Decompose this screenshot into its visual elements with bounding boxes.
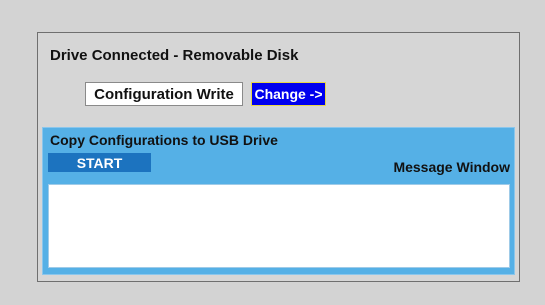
configuration-write-button[interactable]: Configuration Write [85,82,243,106]
message-window [48,184,510,268]
change-button[interactable]: Change -> [251,82,326,106]
drive-status-label: Drive Connected - Removable Disk [50,47,299,64]
message-window-label: Message Window [393,159,510,175]
start-button[interactable]: START [48,153,151,172]
usb-copy-section: Copy Configurations to USB Drive START M… [42,127,515,275]
usb-section-title: Copy Configurations to USB Drive [50,132,278,148]
drive-panel: Drive Connected - Removable Disk Configu… [37,32,520,282]
